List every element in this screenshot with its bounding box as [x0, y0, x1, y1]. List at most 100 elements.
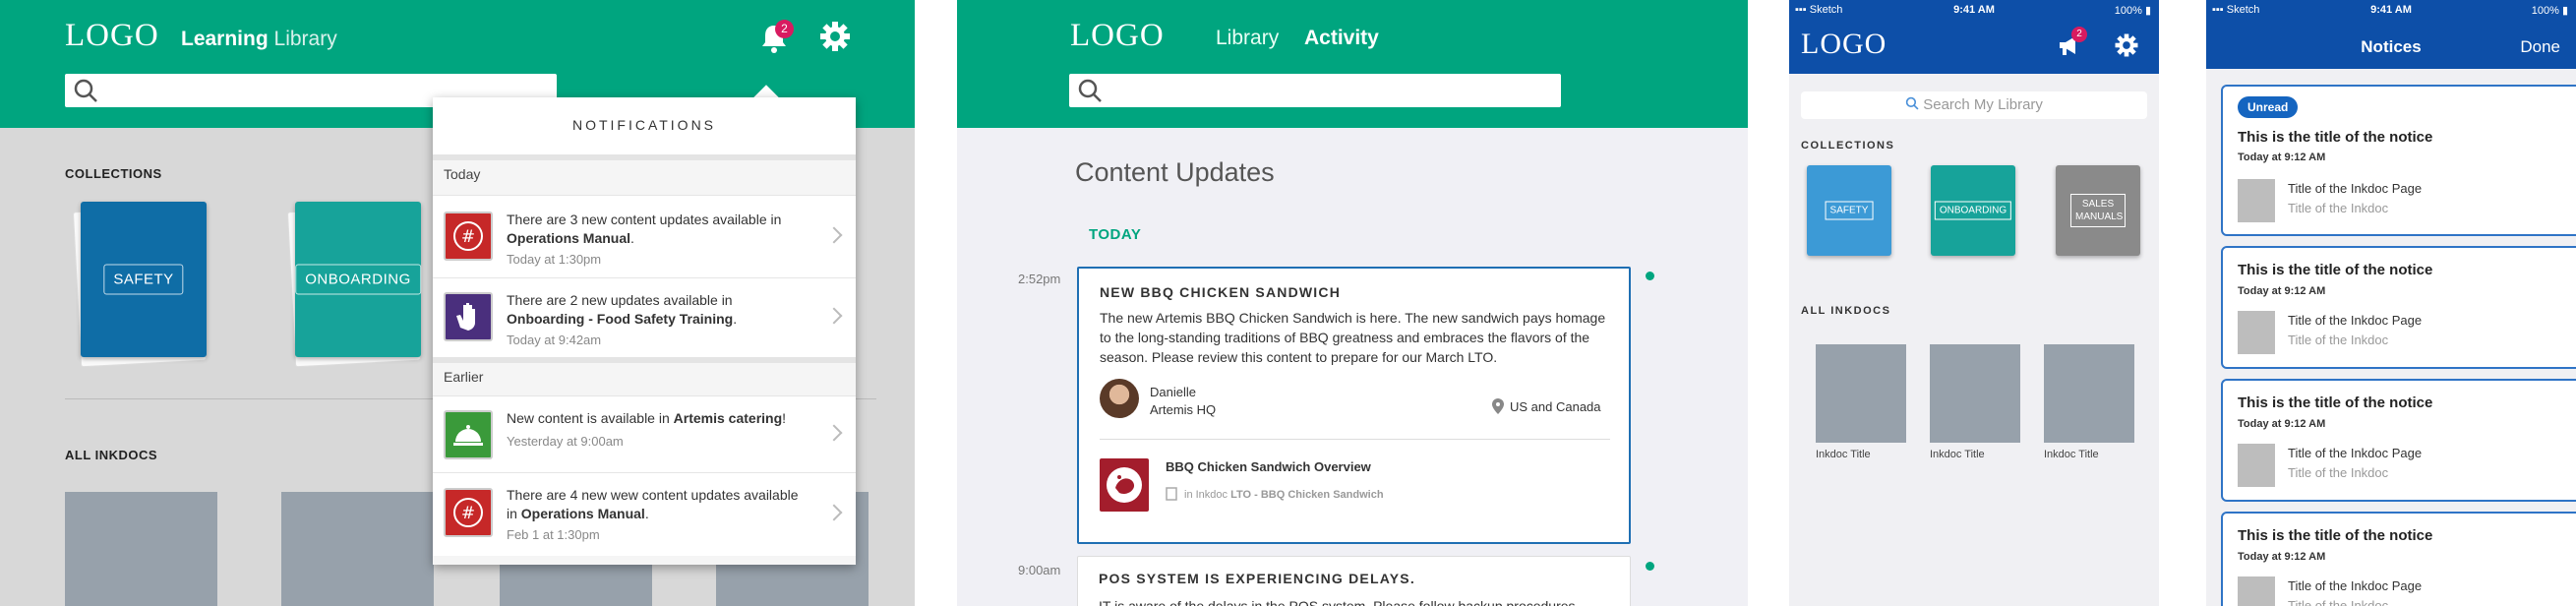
author-org: Artemis HQ — [1150, 402, 1217, 417]
notification-item[interactable]: # There are 3 new content updates availa… — [433, 195, 856, 277]
inkdoc-title: Inkdoc Title — [2044, 449, 2099, 460]
notification-time: Today at 9:42am — [507, 333, 602, 347]
search-icon — [1078, 79, 1102, 102]
search-placeholder: Search My Library — [1923, 96, 2043, 113]
phone-notices-screen: ▪▪▪ Sketch 9:41 AM 100% ▮ Notices Done U… — [2206, 0, 2576, 606]
notice-card[interactable]: This is the title of the notice Today at… — [2221, 379, 2576, 502]
page-title: Content Updates — [1075, 157, 1275, 187]
notification-link: Operations Manual — [520, 506, 645, 521]
inkdoc-page-title: Title of the Inkdoc Page — [2288, 313, 2423, 328]
collection-label: ONBOARDING — [1934, 201, 2012, 220]
search-input[interactable] — [1069, 74, 1561, 107]
notice-title: This is the title of the notice — [2238, 394, 2433, 411]
battery-label: 100% — [2531, 5, 2559, 17]
section-today: TODAY — [1089, 226, 1142, 243]
inkdoc-title: Inkdoc Title — [1816, 449, 1871, 460]
collection-label: SALES MANUALS — [2070, 194, 2126, 227]
inkdoc-thumbnail — [2238, 311, 2275, 354]
collections-heading: COLLECTIONS — [65, 166, 162, 181]
inkdoc-page-title: Title of the Inkdoc Page — [2288, 446, 2423, 460]
notice-time: Today at 9:12 AM — [2238, 551, 2326, 563]
notification-suffix: . — [733, 311, 738, 327]
inkdoc-thumbnail[interactable] — [281, 492, 434, 606]
update-card[interactable]: POS SYSTEM IS EXPERIENCING DELAYS. IT is… — [1077, 556, 1631, 606]
collection-label: SAFETY — [103, 264, 184, 295]
link-inkdoc: LTO - BBQ Chicken Sandwich — [1230, 489, 1384, 501]
notice-card[interactable]: Unread This is the title of the notice T… — [2221, 85, 2576, 236]
bell-button[interactable]: 2 — [757, 20, 794, 55]
notices-button[interactable]: 2 — [2057, 27, 2087, 58]
chevron-right-icon — [825, 307, 843, 325]
all-inkdocs-heading: ALL INKDOCS — [65, 448, 158, 462]
update-body: IT is aware of the delays in the POS sys… — [1099, 598, 1576, 606]
status-time: 9:41 AM — [1953, 4, 1995, 16]
inkdoc-thumbnail[interactable] — [1816, 344, 1906, 443]
chevron-right-icon — [825, 424, 843, 441]
notice-card[interactable]: This is the title of the notice Today at… — [2221, 512, 2576, 606]
inkdoc-thumbnail — [2238, 179, 2275, 222]
notification-time: Today at 1:30pm — [507, 252, 602, 267]
gear-icon — [2115, 33, 2138, 57]
settings-button[interactable] — [2114, 32, 2139, 58]
update-body: The new Artemis BBQ Chicken Sandwich is … — [1100, 310, 1606, 365]
search-input[interactable]: Search My Library — [1801, 91, 2147, 119]
hashtag-icon: # — [444, 212, 493, 261]
notice-title: This is the title of the notice — [2238, 129, 2433, 146]
notice-title: This is the title of the notice — [2238, 527, 2433, 544]
done-button[interactable]: Done — [2520, 37, 2560, 57]
app-title: Learning Library — [181, 28, 337, 51]
inkdoc-thumbnail[interactable] — [2044, 344, 2134, 443]
entry-time: 9:00am — [1018, 563, 1061, 577]
notice-time: Today at 9:12 AM — [2238, 418, 2326, 430]
notification-item[interactable]: There are 2 new updates available in Onb… — [433, 277, 856, 357]
svg-text:#: # — [461, 504, 475, 523]
inkdoc-title: Inkdoc Title — [1930, 449, 1985, 460]
gear-icon — [820, 22, 850, 51]
notification-item[interactable]: # There are 4 new wew content updates av… — [433, 472, 856, 556]
card-divider — [1100, 439, 1610, 440]
tablet-activity-screen: LOGO Library Activity Content Updates TO… — [957, 0, 1748, 606]
collection-card-onboarding[interactable]: ONBOARDING — [1931, 165, 2015, 256]
notifications-popover: NOTIFICATIONS Today # There are 3 new co… — [433, 97, 856, 565]
update-title: POS SYSTEM IS EXPERIENCING DELAYS. — [1099, 571, 1415, 586]
collections-heading: COLLECTIONS — [1801, 140, 1895, 152]
inkdoc-title: Title of the Inkdoc — [2288, 201, 2389, 215]
status-dot — [1646, 562, 1654, 571]
tablet-library-screen: LOGO Learning Library 2 COLLECTIONS SAFE… — [0, 0, 915, 606]
notification-text: There are 2 new updates available in — [507, 292, 733, 308]
notification-item[interactable]: New content is available in Artemis cate… — [433, 395, 856, 472]
app-title-bold: Learning — [181, 28, 269, 50]
popover-title: NOTIFICATIONS — [571, 117, 717, 133]
nav-library[interactable]: Library — [1216, 27, 1279, 50]
region-label: US and Canada — [1510, 399, 1601, 414]
update-card[interactable]: NEW BBQ CHICKEN SANDWICH The new Artemis… — [1077, 267, 1631, 544]
notice-title: This is the title of the notice — [2238, 262, 2433, 278]
inkdoc-page-title: Title of the Inkdoc Page — [2288, 181, 2423, 196]
inkdoc-thumbnail[interactable] — [1930, 344, 2020, 443]
notification-badge: 2 — [2071, 27, 2087, 42]
inkdoc-thumbnail[interactable] — [65, 492, 217, 606]
svg-text:#: # — [461, 227, 475, 247]
notification-text: New content is available in — [507, 410, 674, 426]
notification-badge: 2 — [775, 20, 794, 38]
notification-suffix: . — [630, 230, 634, 246]
notification-suffix: . — [644, 506, 649, 521]
collection-card-sales-manuals[interactable]: SALES MANUALS — [2056, 165, 2140, 256]
collection-card-safety[interactable]: SAFETY — [1807, 165, 1891, 256]
notification-time: Feb 1 at 1:30pm — [507, 527, 600, 542]
collection-card-safety[interactable]: SAFETY — [81, 202, 207, 357]
notification-link: Artemis catering — [673, 410, 783, 426]
status-battery: 100% ▮ — [2114, 5, 2151, 17]
logo: LOGO — [1801, 28, 1887, 60]
collection-card-onboarding[interactable]: ONBOARDING — [295, 202, 421, 357]
chevron-right-icon — [825, 504, 843, 521]
notice-card[interactable]: This is the title of the notice Today at… — [2221, 246, 2576, 369]
linked-inkdoc-title[interactable]: BBQ Chicken Sandwich Overview — [1166, 459, 1371, 474]
entry-time: 2:52pm — [1018, 272, 1061, 286]
nav-activity[interactable]: Activity — [1304, 27, 1379, 50]
settings-button[interactable] — [818, 20, 852, 53]
glove-icon — [444, 292, 493, 341]
document-icon — [1166, 487, 1177, 501]
search-icon — [1905, 96, 1919, 110]
notice-time: Today at 9:12 AM — [2238, 285, 2326, 297]
